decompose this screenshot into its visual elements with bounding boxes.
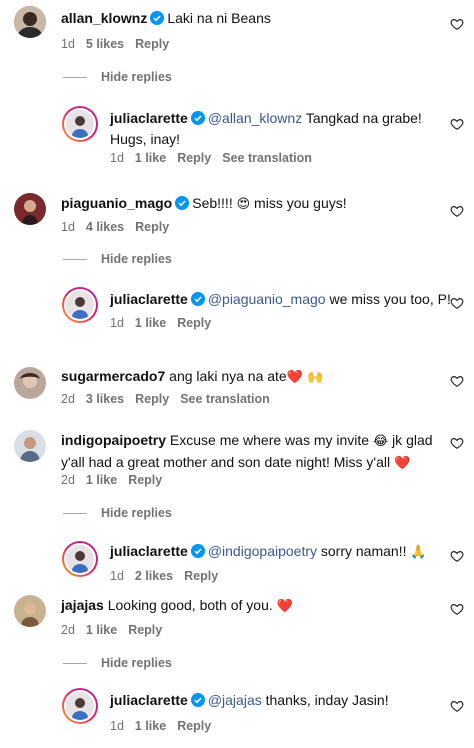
comment-meta: 1d 1 like Reply <box>110 719 212 733</box>
reply-button[interactable]: Reply <box>184 569 218 583</box>
likes-count[interactable]: 4 likes <box>86 220 124 234</box>
comment-meta: 2d 1 like Reply <box>61 623 163 637</box>
hide-replies-button[interactable]: Hide replies <box>63 656 172 670</box>
comment-text: sugarmercado7 ang laki nya na ate❤️ 🙌 <box>61 368 324 385</box>
avatar[interactable] <box>62 541 98 577</box>
verified-badge-icon <box>190 292 205 306</box>
hide-replies-button[interactable]: Hide replies <box>63 252 172 266</box>
comment-text: juliaclarette @piaguanio_mago we miss you… <box>110 291 451 307</box>
avatar[interactable] <box>14 193 46 225</box>
see-translation-button[interactable]: See translation <box>222 151 312 165</box>
avatar[interactable] <box>62 287 98 323</box>
username[interactable]: allan_klownz <box>61 10 147 26</box>
likes-count[interactable]: 1 like <box>135 151 166 165</box>
likes-count[interactable]: 1 like <box>135 719 166 733</box>
username[interactable]: juliaclarette <box>110 110 188 126</box>
comment-text: juliaclarette @allan_klownz Tangkad na gr… <box>110 110 422 147</box>
heart-emoji: ❤️ <box>393 456 411 471</box>
laughing-emoji: 😂 <box>372 434 389 449</box>
comment-meta: 1d 1 like Reply <box>110 316 212 330</box>
heart-icon[interactable] <box>450 699 464 713</box>
comment-meta: 2d 1 like Reply <box>61 473 163 487</box>
heart-icon[interactable] <box>450 374 464 388</box>
likes-count[interactable]: 1 like <box>86 473 117 487</box>
username[interactable]: juliaclarette <box>110 291 188 307</box>
reply-button[interactable]: Reply <box>177 719 211 733</box>
verified-badge-icon <box>175 196 190 210</box>
likes-count[interactable]: 2 likes <box>135 569 173 583</box>
heart-icon[interactable] <box>450 549 464 563</box>
verified-badge-icon <box>190 544 205 558</box>
comment-meta: 1d 4 likes Reply <box>61 220 170 234</box>
username[interactable]: sugarmercado7 <box>61 368 165 384</box>
comment-meta: 1d 1 like Reply See translation <box>110 151 312 165</box>
avatar[interactable] <box>62 688 98 724</box>
username[interactable]: indigopaipoetry <box>61 432 166 448</box>
comment-meta: 1d 5 likes Reply <box>61 37 170 51</box>
verified-badge-icon <box>190 111 205 125</box>
hide-replies-button[interactable]: Hide replies <box>63 70 172 84</box>
heart-icon[interactable] <box>450 436 464 450</box>
heart-icon[interactable] <box>450 296 464 310</box>
heart-eyes-emoji: 😍 <box>236 197 251 212</box>
comment-text: juliaclarette @indigopaipoetry sorry nama… <box>110 543 427 560</box>
reply-button[interactable]: Reply <box>135 392 169 406</box>
reply-button[interactable]: Reply <box>177 316 211 330</box>
likes-count[interactable]: 1 like <box>135 316 166 330</box>
reply-button[interactable]: Reply <box>135 37 169 51</box>
likes-count[interactable]: 3 likes <box>86 392 124 406</box>
avatar[interactable] <box>14 595 46 627</box>
reply-button[interactable]: Reply <box>128 473 162 487</box>
hide-replies-button[interactable]: Hide replies <box>63 506 172 520</box>
verified-badge-icon <box>150 11 165 25</box>
comment-text: indigopaipoetry Excuse me where was my i… <box>61 432 433 471</box>
reply-button[interactable]: Reply <box>128 623 162 637</box>
comment-text: jajajas Looking good, both of you. ❤️ <box>61 597 293 614</box>
avatar[interactable] <box>62 106 98 142</box>
heart-icon[interactable] <box>450 117 464 131</box>
heart-emoji: ❤️ 🙌 <box>286 370 324 385</box>
comment-text: allan_klownz Laki na ni Beans <box>61 10 271 26</box>
heart-icon[interactable] <box>450 204 464 218</box>
mention-link[interactable]: @allan_klownz <box>208 110 302 126</box>
username[interactable]: piaguanio_mago <box>61 195 172 211</box>
mention-link[interactable]: @jajajas <box>208 692 262 708</box>
likes-count[interactable]: 1 like <box>86 623 117 637</box>
praying-hands-emoji: 🙏 <box>410 545 427 560</box>
likes-count[interactable]: 5 likes <box>86 37 124 51</box>
heart-icon[interactable] <box>450 17 464 31</box>
username[interactable]: juliaclarette <box>110 692 188 708</box>
heart-emoji: ❤️ <box>276 599 293 614</box>
reply-button[interactable]: Reply <box>177 151 211 165</box>
see-translation-button[interactable]: See translation <box>180 392 270 406</box>
verified-badge-icon <box>190 693 205 707</box>
comment-text: piaguanio_mago Seb!!!! 😍 miss you guys! <box>61 195 347 212</box>
comment-meta: 2d 3 likes Reply See translation <box>61 392 270 406</box>
mention-link[interactable]: @indigopaipoetry <box>208 543 317 559</box>
reply-button[interactable]: Reply <box>135 220 169 234</box>
avatar[interactable] <box>14 367 46 399</box>
mention-link[interactable]: @piaguanio_mago <box>208 291 326 307</box>
comment-text: juliaclarette @jajajas thanks, inday Jasi… <box>110 692 389 708</box>
username[interactable]: jajajas <box>61 597 104 613</box>
avatar[interactable] <box>14 6 46 38</box>
username[interactable]: juliaclarette <box>110 543 188 559</box>
heart-icon[interactable] <box>450 602 464 616</box>
comment-meta: 1d 2 likes Reply <box>110 569 219 583</box>
avatar[interactable] <box>14 430 46 462</box>
